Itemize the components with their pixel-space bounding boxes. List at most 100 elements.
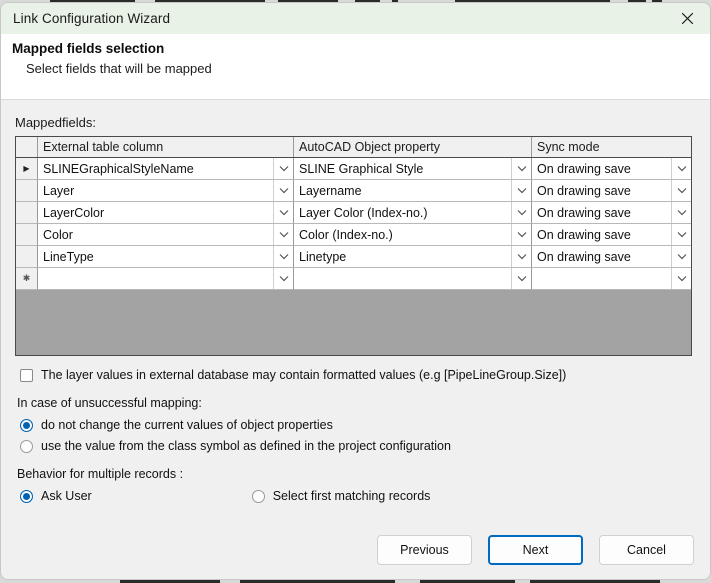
chevron-down-icon[interactable] — [273, 246, 293, 267]
cell-autocad-object-property[interactable]: Color (Index-no.) — [294, 224, 532, 246]
row-selector-cell[interactable] — [16, 224, 38, 246]
column-header-label: Sync mode — [537, 140, 600, 154]
cell-external-table-column[interactable]: Layer — [38, 180, 294, 202]
close-icon — [681, 12, 694, 25]
cell-value: On drawing save — [537, 227, 631, 242]
cell-autocad-object-property[interactable]: Layername — [294, 180, 532, 202]
chevron-down-icon[interactable] — [511, 202, 531, 223]
cell-value: LineType — [43, 249, 94, 264]
new-row-asterisk-icon: ✱ — [22, 273, 31, 283]
cell-sync-mode[interactable]: On drawing save — [532, 158, 691, 180]
dialog-body: Mappedfields: External table column Auto… — [1, 100, 710, 579]
chevron-down-icon[interactable] — [671, 202, 691, 223]
column-header-label: AutoCAD Object property — [299, 140, 441, 154]
table-row[interactable]: LineType Linetype On drawing save — [16, 246, 691, 268]
radio-ask-user[interactable]: Ask User — [20, 489, 92, 503]
page-subtitle: Select fields that will be mapped — [26, 61, 212, 76]
formatted-values-checkbox-row[interactable]: The layer values in external database ma… — [15, 368, 696, 382]
new-row-selector-cell[interactable]: ✱ — [16, 268, 38, 290]
radio-button[interactable] — [20, 439, 33, 453]
cell-value: LayerColor — [43, 205, 105, 220]
current-row-arrow-icon: ▶ — [23, 163, 30, 173]
cell-value: SLINE Graphical Style — [299, 161, 424, 176]
radio-button[interactable] — [251, 489, 265, 503]
window-title: Link Configuration Wizard — [13, 11, 171, 26]
chevron-down-icon[interactable] — [671, 246, 691, 267]
link-configuration-wizard-dialog: Link Configuration Wizard Mapped fields … — [0, 2, 711, 580]
cell-value: Layer — [43, 183, 75, 198]
row-selector-cell[interactable] — [16, 246, 38, 268]
column-header-autocad-object-property[interactable]: AutoCAD Object property — [294, 137, 532, 157]
column-header-sync-mode[interactable]: Sync mode — [532, 137, 691, 157]
cell-sync-mode[interactable]: On drawing save — [532, 180, 691, 202]
chevron-down-icon[interactable] — [511, 224, 531, 245]
cell-value: On drawing save — [537, 161, 631, 176]
cell-value: Layername — [299, 183, 362, 198]
cell-value: Color — [43, 227, 73, 242]
radio-do-not-change-values[interactable]: do not change the current values of obje… — [20, 418, 696, 432]
footer-button-bar: Previous Next Cancel — [1, 535, 710, 565]
cell-sync-mode[interactable]: On drawing save — [532, 202, 691, 224]
radio-label: Ask User — [41, 489, 92, 503]
chevron-down-icon[interactable] — [671, 158, 691, 179]
cell-autocad-object-property[interactable]: Layer Color (Index-no.) — [294, 202, 532, 224]
chevron-down-icon[interactable] — [671, 180, 691, 201]
mapped-fields-label: Mappedfields: — [15, 115, 96, 130]
row-selector-cell[interactable]: ▶ — [16, 158, 38, 180]
chevron-down-icon[interactable] — [273, 268, 293, 289]
cell-sync-mode[interactable]: On drawing save — [532, 246, 691, 268]
formatted-values-checkbox[interactable] — [20, 368, 33, 382]
cancel-button[interactable]: Cancel — [599, 535, 694, 565]
table-row[interactable]: ▶ SLINEGraphicalStyleName SLINE Graphica… — [16, 158, 691, 180]
multiple-records-label: Behavior for multiple records : — [17, 467, 184, 481]
chevron-down-icon[interactable] — [511, 246, 531, 267]
cell-value: On drawing save — [537, 183, 631, 198]
chevron-down-icon[interactable] — [671, 224, 691, 245]
close-button[interactable] — [665, 3, 710, 34]
column-header-external-table-column[interactable]: External table column — [38, 137, 294, 157]
cell-external-table-column[interactable]: LayerColor — [38, 202, 294, 224]
radio-select-first-matching[interactable]: Select first matching records — [251, 489, 431, 503]
chevron-down-icon[interactable] — [273, 180, 293, 201]
radio-use-class-symbol-value[interactable]: use the value from the class symbol as d… — [20, 439, 696, 453]
chevron-down-icon[interactable] — [511, 158, 531, 179]
table-row[interactable]: Color Color (Index-no.) On drawing save — [16, 224, 691, 246]
table-row-new[interactable]: ✱ — [16, 268, 691, 290]
table-row[interactable]: Layer Layername On drawing save — [16, 180, 691, 202]
chevron-down-icon[interactable] — [273, 224, 293, 245]
grid-header-row: External table column AutoCAD Object pro… — [16, 137, 691, 158]
cell-sync-mode[interactable]: On drawing save — [532, 224, 691, 246]
cell-external-table-column[interactable] — [38, 268, 294, 290]
radio-label: Select first matching records — [272, 489, 431, 503]
chevron-down-icon[interactable] — [273, 202, 293, 223]
cell-value: On drawing save — [537, 205, 631, 220]
cell-autocad-object-property[interactable]: SLINE Graphical Style — [294, 158, 532, 180]
unsuccessful-mapping-label: In case of unsuccessful mapping: — [17, 396, 202, 410]
cell-value: On drawing save — [537, 249, 631, 264]
cell-external-table-column[interactable]: Color — [38, 224, 294, 246]
multiple-records-radio-group: Ask User Select first matching records — [20, 489, 696, 503]
wizard-header-panel: Mapped fields selection Select fields th… — [1, 34, 710, 100]
cell-external-table-column[interactable]: SLINEGraphicalStyleName — [38, 158, 294, 180]
mapped-fields-grid[interactable]: External table column AutoCAD Object pro… — [15, 136, 692, 356]
cell-value: Color (Index-no.) — [299, 227, 393, 242]
radio-button-selected[interactable] — [20, 489, 33, 503]
row-selector-cell[interactable] — [16, 202, 38, 224]
chevron-down-icon[interactable] — [511, 268, 531, 289]
radio-label: do not change the current values of obje… — [41, 418, 333, 432]
radio-label: use the value from the class symbol as d… — [41, 439, 451, 453]
chevron-down-icon[interactable] — [671, 268, 691, 289]
previous-button[interactable]: Previous — [377, 535, 472, 565]
column-header-label: External table column — [43, 140, 164, 154]
row-selector-cell[interactable] — [16, 180, 38, 202]
radio-button-selected[interactable] — [20, 418, 33, 432]
chevron-down-icon[interactable] — [273, 158, 293, 179]
cell-value: Linetype — [299, 249, 347, 264]
cell-sync-mode[interactable] — [532, 268, 691, 290]
next-button[interactable]: Next — [488, 535, 583, 565]
cell-external-table-column[interactable]: LineType — [38, 246, 294, 268]
table-row[interactable]: LayerColor Layer Color (Index-no.) On dr… — [16, 202, 691, 224]
cell-autocad-object-property[interactable]: Linetype — [294, 246, 532, 268]
chevron-down-icon[interactable] — [511, 180, 531, 201]
cell-autocad-object-property[interactable] — [294, 268, 532, 290]
